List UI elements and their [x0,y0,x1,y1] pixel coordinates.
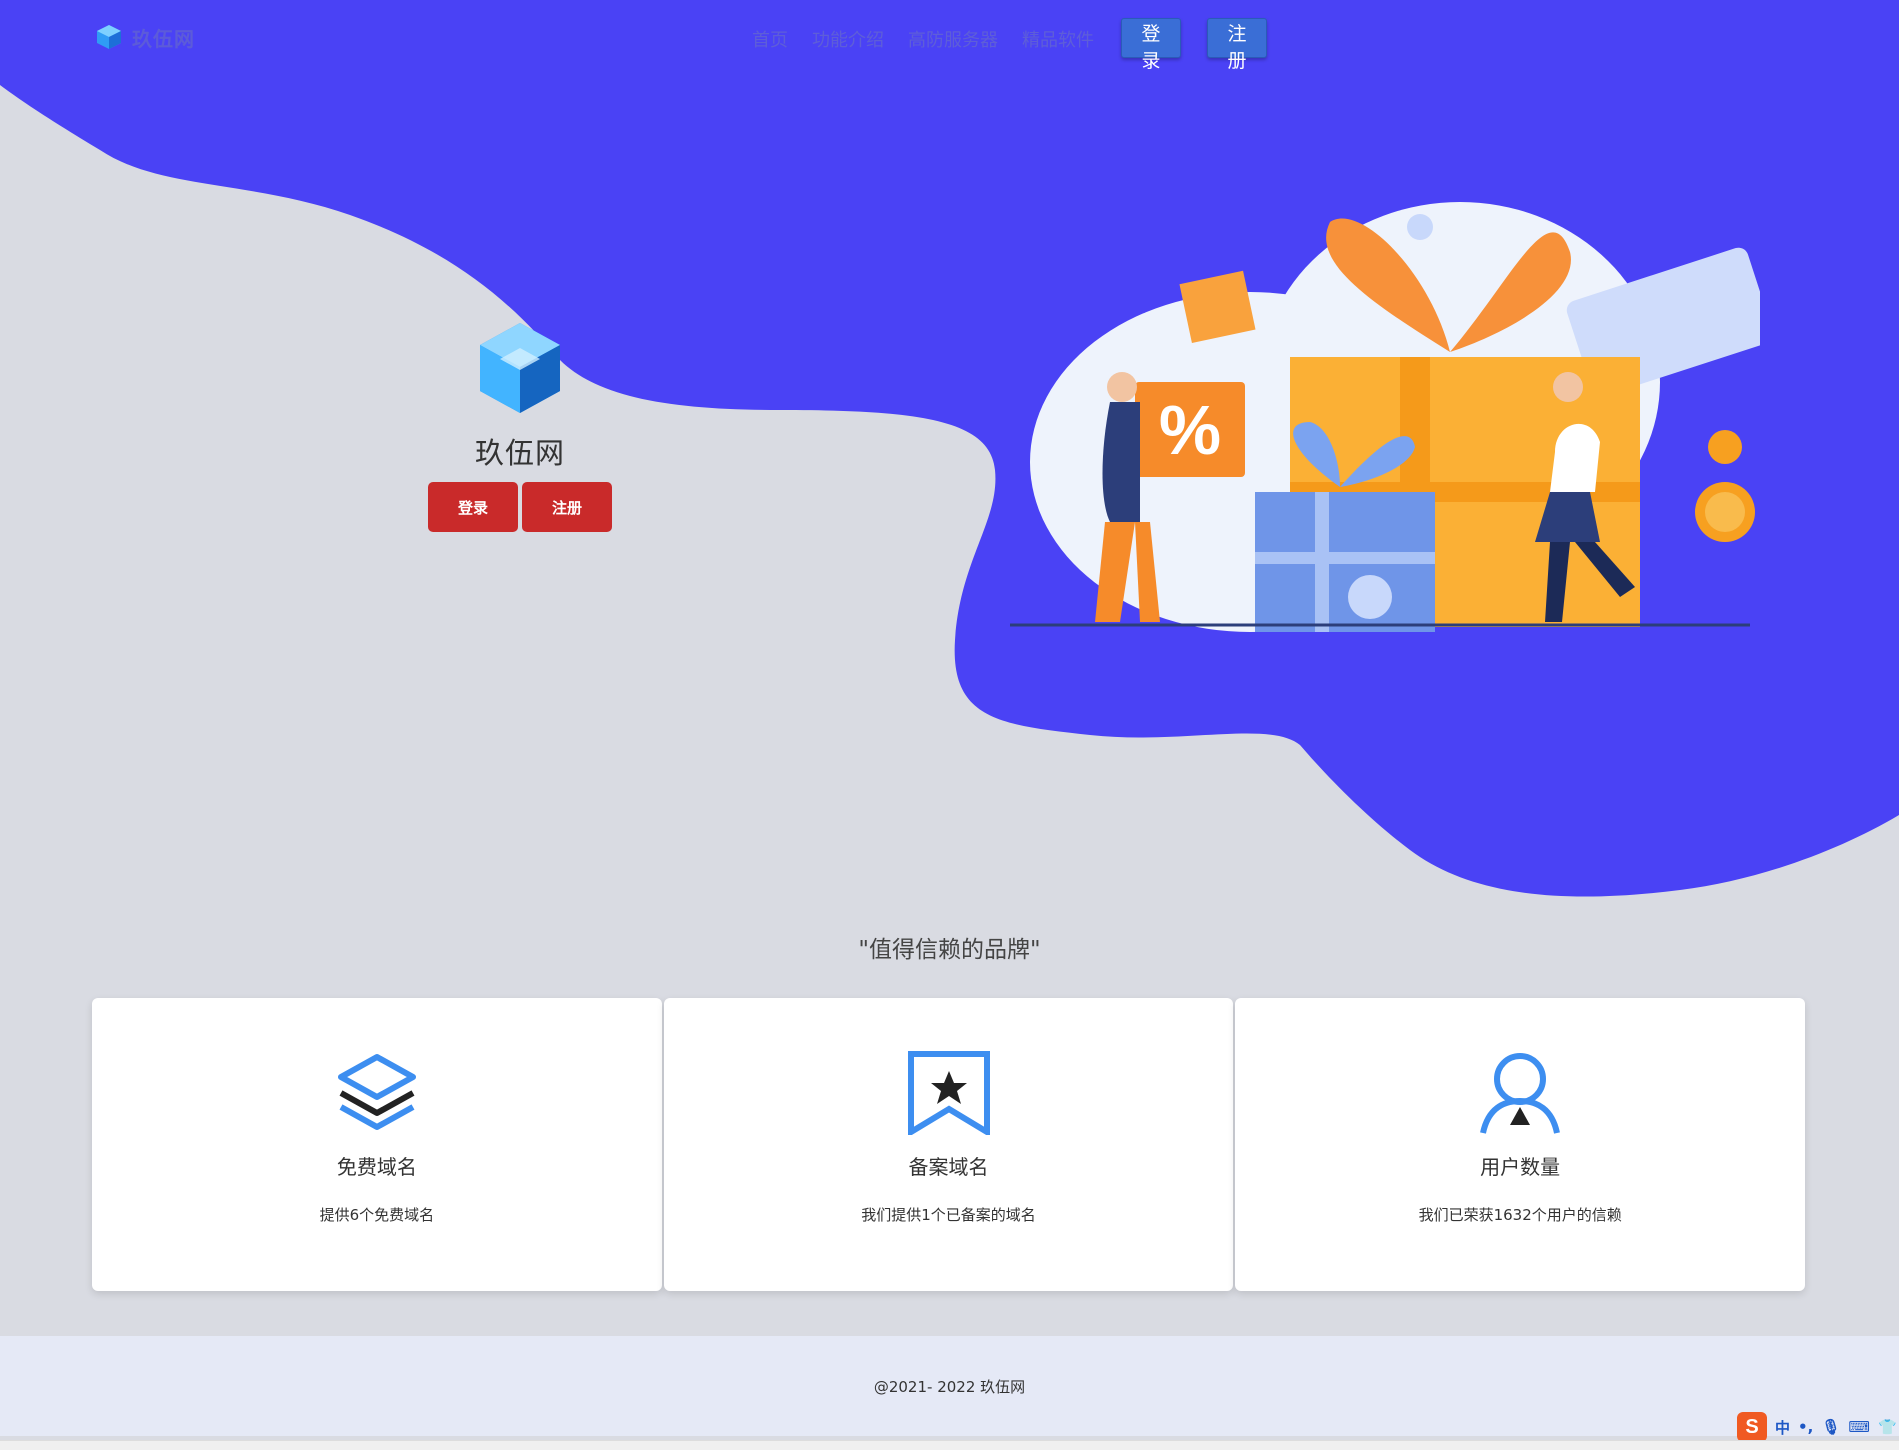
gift-illustration: % [1010,202,1760,632]
brand[interactable]: 玖伍网 [94,22,195,52]
horizontal-scrollbar[interactable] [0,1440,1899,1450]
sogou-ime-icon[interactable]: S [1737,1412,1767,1442]
nav-login-button[interactable]: 登录 [1121,18,1181,72]
brand-name: 玖伍网 [132,26,195,51]
nav-link-servers[interactable]: 高防服务器 [908,26,998,52]
ime-punctuation-icon[interactable]: •, [1798,1418,1813,1436]
nav-register-button[interactable]: 注册 [1207,18,1267,72]
tagline: "值得信赖的品牌" [858,937,1041,963]
hero-section: 玖伍网 登录 注册 [427,318,613,532]
bookmark-star-icon [907,1051,990,1135]
feature-title: 用户数量 [1480,1155,1561,1179]
feature-title: 免费域名 [336,1155,417,1179]
nav-link-home[interactable]: 首页 [752,26,788,52]
hero-title: 玖伍网 [474,436,565,470]
cube-logo-icon [97,25,121,49]
hero-login-button[interactable]: 登录 [428,482,518,532]
nav-link-software[interactable]: 精品软件 [1022,26,1094,52]
user-icon [1480,1053,1561,1134]
nav-links: 首页 功能介绍 高防服务器 精品软件 [752,26,1094,52]
top-navbar: 玖伍网 首页 功能介绍 高防服务器 精品软件 登录 注册 [0,0,1899,77]
hero-register-button[interactable]: 注册 [522,482,612,532]
cube-logo-icon [480,323,560,413]
nav-link-features[interactable]: 功能介绍 [812,26,884,52]
microphone-icon[interactable]: 🎙 [1821,1418,1840,1436]
feature-desc: 我们已荣获1632个用户的信赖 [1418,1206,1622,1224]
feature-title: 备案域名 [908,1155,989,1179]
hero-buttons: 登录 注册 [427,482,613,532]
feature-cards: 免费域名 提供6个免费域名 备案域名 我们提供1个已备案的域名 用户数量 我们已… [92,998,1806,1291]
man-figure [1102,402,1140,522]
feature-card: 用户数量 我们已荣获1632个用户的信赖 [1235,998,1806,1291]
feature-card: 备案域名 我们提供1个已备案的域名 [663,998,1234,1291]
ime-toolbar[interactable]: S 中 •, 🎙 ⌨ 👕 [1737,1410,1897,1444]
feature-card: 免费域名 提供6个免费域名 [92,998,662,1291]
skin-icon[interactable]: 👕 [1878,1418,1897,1436]
keyboard-icon[interactable]: ⌨ [1848,1418,1870,1436]
svg-text:%: % [1159,391,1221,469]
footer: @2021- 2022 玖伍网 [0,1336,1899,1436]
feature-desc: 提供6个免费域名 [319,1206,435,1224]
copyright: @2021- 2022 玖伍网 [873,1378,1026,1396]
feature-desc: 我们提供1个已备案的域名 [861,1206,1036,1224]
ime-mode[interactable]: 中 [1775,1417,1790,1438]
layers-icon [337,1054,416,1130]
